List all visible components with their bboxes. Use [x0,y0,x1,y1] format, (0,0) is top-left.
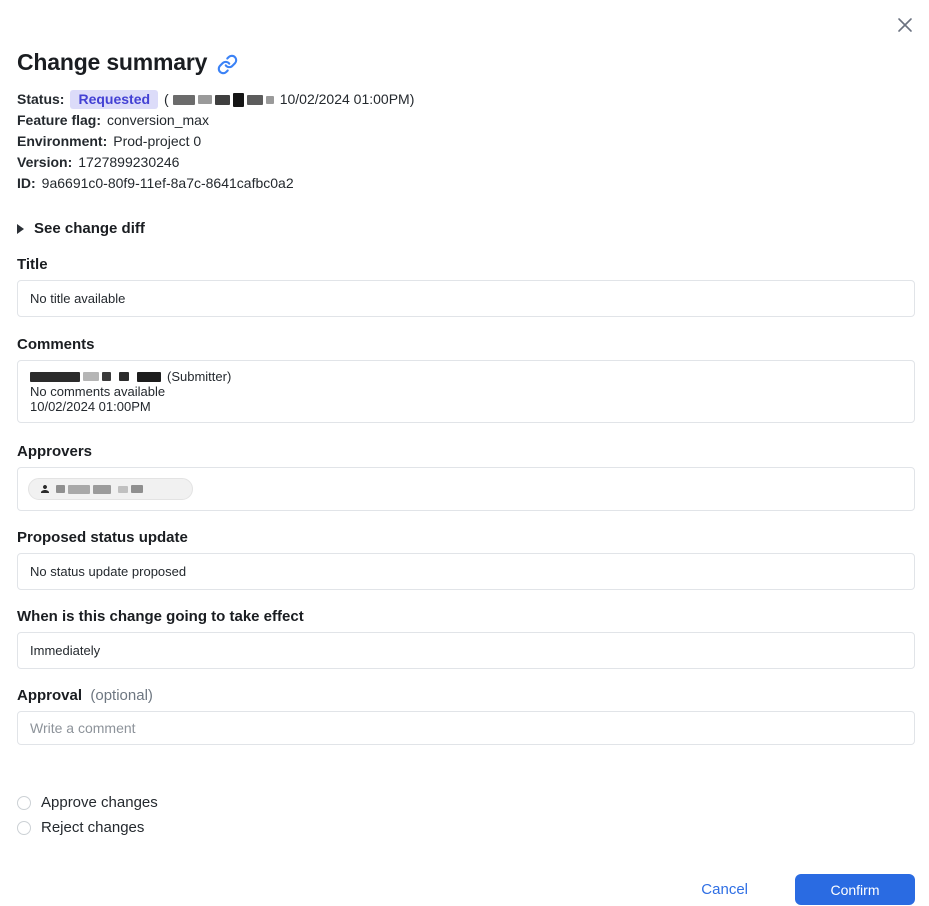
comments-field: (Submitter) No comments available 10/02/… [17,360,915,423]
title-section-label: Title [17,256,915,273]
reject-radio-icon[interactable] [17,821,31,835]
redacted-approver-name [56,485,143,494]
effect-section-label: When is this change going to take effect [17,608,915,625]
proposed-status-value: No status update proposed [30,564,186,579]
feature-flag-value: conversion_max [107,110,209,131]
confirm-button[interactable]: Confirm [795,874,915,905]
proposed-status-field: No status update proposed [17,553,915,590]
decision-radio-group: Approve changes Reject changes [17,794,915,836]
id-label: ID: [17,173,36,194]
reject-radio-label: Reject changes [41,819,144,836]
status-row: Status: Requested ( 10/02/2024 01:00PM) [17,89,915,110]
title-value: No title available [30,291,125,306]
status-label: Status: [17,89,64,110]
approvers-field [17,467,915,511]
comment-timestamp: 10/02/2024 01:00PM [30,399,902,414]
comments-section-label: Comments [17,336,915,353]
reject-changes-option[interactable]: Reject changes [17,819,915,836]
modal-footer: Cancel Confirm [17,874,915,905]
feature-flag-row: Feature flag: conversion_max [17,110,915,131]
page-title: Change summary [17,49,207,76]
title-field: No title available [17,280,915,317]
cancel-button[interactable]: Cancel [701,881,748,898]
id-value: 9a6691c0-80f9-11ef-8a7c-8641cafbc0a2 [42,173,294,194]
environment-label: Environment: [17,131,107,152]
redacted-submitter-name [30,372,161,382]
submitter-suffix: (Submitter) [167,369,231,384]
effect-field: Immediately [17,632,915,669]
approve-radio-icon[interactable] [17,796,31,810]
chevron-right-icon [17,224,24,234]
modal-header: Change summary [17,0,915,76]
version-label: Version: [17,152,72,173]
approve-changes-option[interactable]: Approve changes [17,794,915,811]
status-date: 10/02/2024 01:00PM) [280,89,415,110]
meta-list: Status: Requested ( 10/02/2024 01:00PM) … [17,89,915,194]
approval-section-label: Approval (optional) [17,687,915,704]
approval-label: Approval [17,687,82,704]
approver-chip[interactable] [28,478,193,500]
see-change-diff-label: See change diff [34,220,145,237]
status-paren: ( [164,89,169,110]
comment-submitter-line: (Submitter) [30,369,902,384]
redacted-requester-name [173,93,274,107]
approve-radio-label: Approve changes [41,794,158,811]
status-badge: Requested [70,90,158,109]
feature-flag-label: Feature flag: [17,110,101,131]
person-icon [39,483,51,495]
effect-value: Immediately [30,643,100,658]
version-row: Version: 1727899230246 [17,152,915,173]
change-summary-modal: Change summary Status: Requested ( 10/02… [0,0,929,906]
id-row: ID: 9a6691c0-80f9-11ef-8a7c-8641cafbc0a2 [17,173,915,194]
version-value: 1727899230246 [78,152,179,173]
link-icon[interactable] [217,54,238,75]
environment-value: Prod-project 0 [113,131,201,152]
approval-comment-input[interactable] [17,711,915,745]
see-change-diff-toggle[interactable]: See change diff [17,220,915,237]
proposed-status-section-label: Proposed status update [17,529,915,546]
approvers-section-label: Approvers [17,443,915,460]
close-icon[interactable] [893,13,917,37]
environment-row: Environment: Prod-project 0 [17,131,915,152]
comment-body: No comments available [30,384,902,399]
approval-optional-text: (optional) [90,687,153,704]
